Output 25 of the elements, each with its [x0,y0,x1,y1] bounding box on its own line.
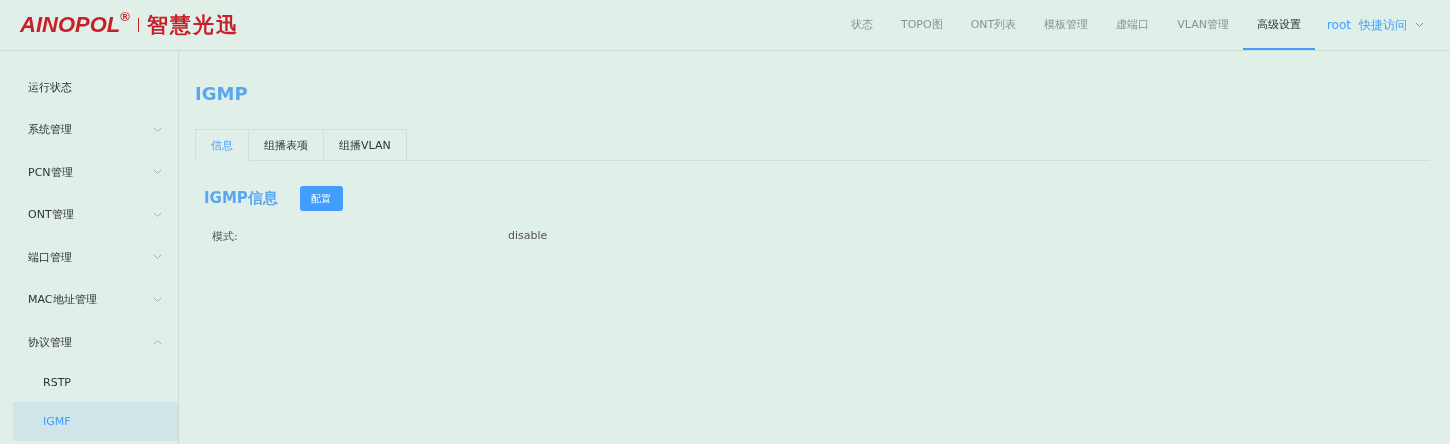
chevron-icon [153,211,162,218]
sidebar-item[interactable]: PCN管理 [0,151,178,194]
registered-mark: ® [120,9,130,24]
chevron-icon [153,126,162,133]
chevron-icon [153,254,162,261]
caret-icon [1415,22,1424,28]
section-title: IGMP信息 [204,189,278,208]
tab[interactable]: 组播表项 [249,129,324,161]
sidebar-item[interactable]: 运行状态 [0,66,178,109]
page-title: IGMP [195,82,249,106]
field-label: 模式: [212,229,239,244]
nav-item[interactable]: 高级设置 [1242,0,1315,50]
brand-tagline: 智慧光迅 [146,11,239,39]
sidebar-item[interactable]: MAC地址管理 [0,278,178,321]
sidebar-item[interactable]: 系统管理 [0,108,178,151]
sidebar-item[interactable]: 协议管理 [0,321,178,364]
tab[interactable]: 组播VLAN [324,129,407,161]
chevron-icon [153,169,162,176]
field-value: disable [508,229,548,244]
sidebar-subitem[interactable]: RSTP [13,363,178,402]
brand-logo: AINOPOL [20,12,121,38]
chevron-icon [153,296,162,303]
chevron-icon [153,339,162,346]
sidebar-item[interactable]: ONT管理 [0,193,178,236]
sidebar-item[interactable]: 端口管理 [0,236,178,279]
